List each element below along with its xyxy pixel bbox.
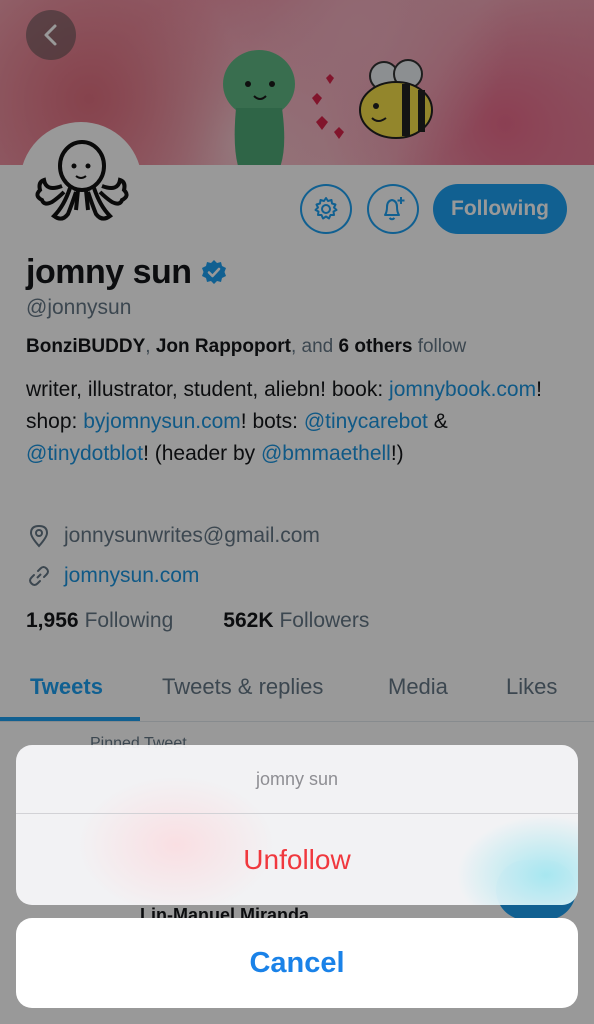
action-sheet-title: jomny sun	[16, 745, 578, 814]
cancel-button[interactable]: Cancel	[16, 918, 578, 1008]
unfollow-button[interactable]: Unfollow	[16, 814, 578, 905]
unfollow-action-sheet: jomny sun Unfollow	[16, 745, 578, 905]
